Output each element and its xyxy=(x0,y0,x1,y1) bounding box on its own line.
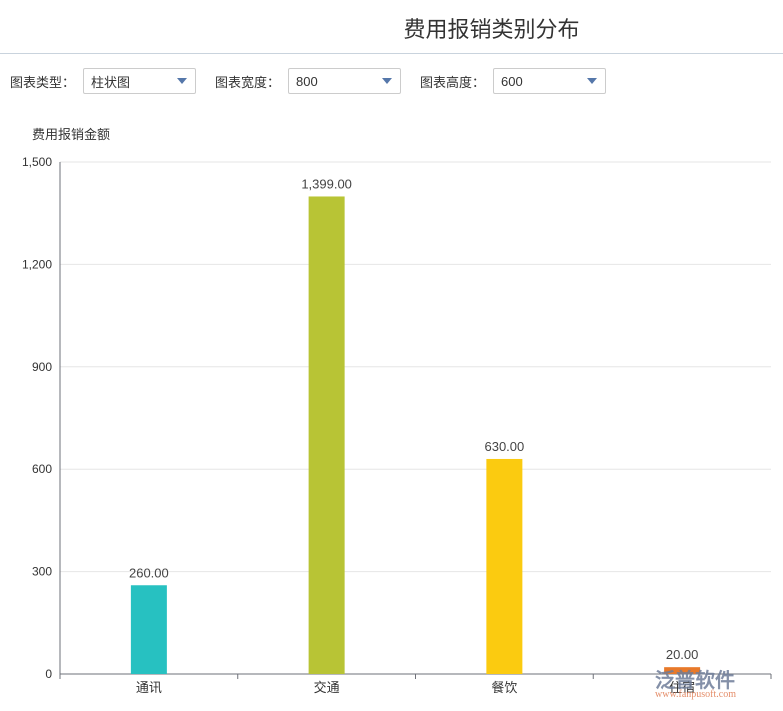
x-tick-label: 餐饮 xyxy=(491,680,517,695)
bar-chart: 费用报销金额 0 300 600 900 1,200 1,500 260.00 通讯 1,399… xyxy=(22,127,772,695)
bar-交通 xyxy=(308,196,345,674)
x-tick-label: 通讯 xyxy=(136,680,162,695)
y-tick-label: 900 xyxy=(32,360,52,374)
bar-餐饮 xyxy=(486,458,523,674)
y-tick-label: 600 xyxy=(32,462,52,476)
watermark-logo: 泛普软件 www.fanpusoft.com xyxy=(655,670,737,700)
y-tick-label: 0 xyxy=(45,667,52,681)
y-tick-label: 300 xyxy=(32,565,52,579)
y-tick-label: 1,200 xyxy=(22,257,52,271)
bar-通讯 xyxy=(130,585,167,674)
data-label: 260.00 xyxy=(129,565,169,580)
x-tick-label: 交通 xyxy=(314,680,340,695)
data-label: 630.00 xyxy=(484,439,524,454)
data-label: 20.00 xyxy=(666,647,699,662)
y-tick-label: 1,500 xyxy=(22,155,52,169)
y-axis-title: 费用报销金额 xyxy=(32,127,110,142)
data-label: 1,399.00 xyxy=(301,176,352,191)
